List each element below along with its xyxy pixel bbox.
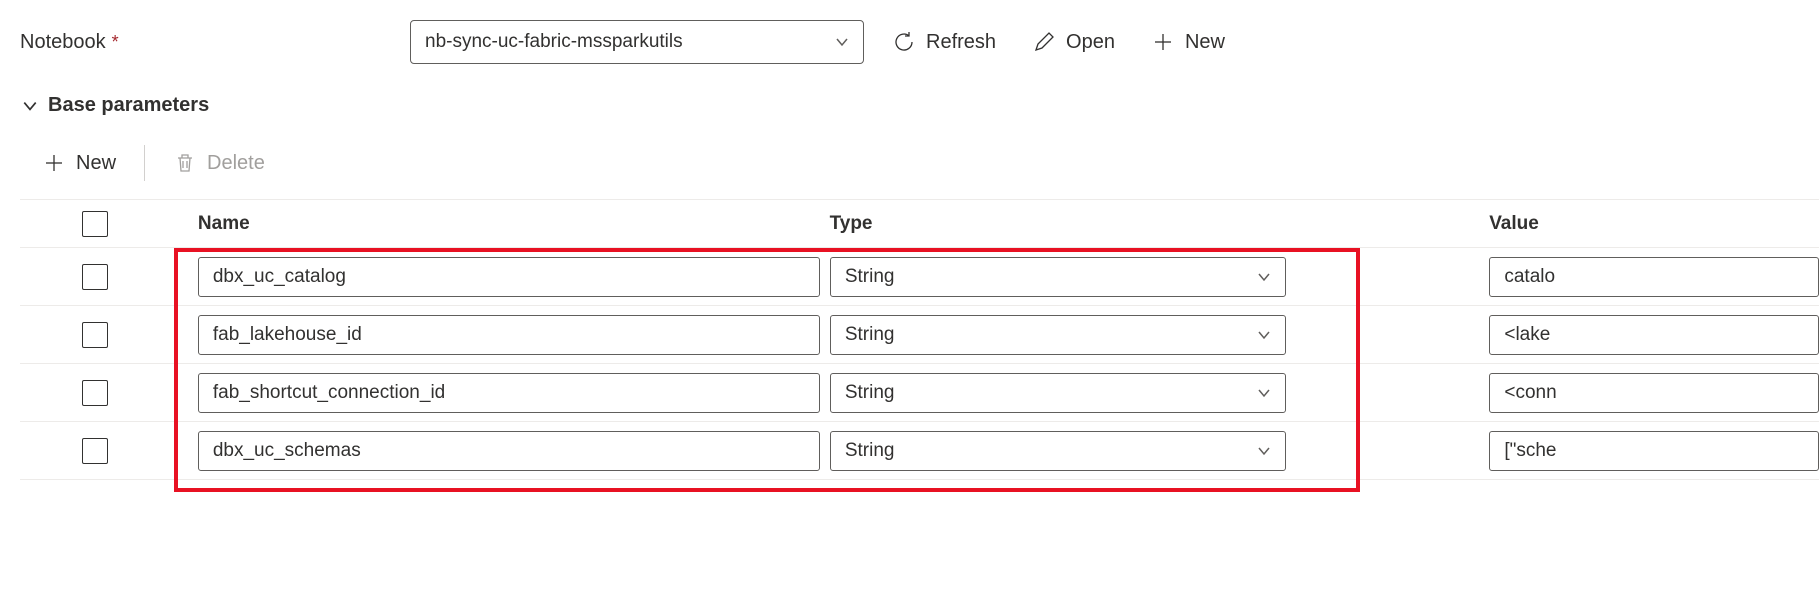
delete-parameter-button[interactable]: Delete [165, 147, 273, 179]
row-checkbox[interactable] [82, 380, 108, 406]
row-checkbox-cell [20, 264, 170, 290]
param-value-input[interactable] [1489, 315, 1819, 355]
table-row: String [20, 306, 1819, 364]
cell-value [1489, 257, 1819, 297]
table-body: String String [20, 248, 1819, 480]
row-checkbox[interactable] [82, 264, 108, 290]
param-type-select[interactable]: String [830, 257, 1286, 297]
param-type-select[interactable]: String [830, 431, 1286, 471]
notebook-label-group: Notebook * [20, 31, 390, 54]
notebook-dropdown[interactable]: nb-sync-uc-fabric-mssparkutils [410, 20, 864, 64]
required-asterisk: * [112, 32, 119, 53]
param-value-input[interactable] [1489, 257, 1819, 297]
new-notebook-button[interactable]: New [1143, 26, 1233, 58]
row-checkbox-cell [20, 322, 170, 348]
cell-type: String [830, 431, 1490, 471]
param-name-input[interactable] [198, 315, 820, 355]
new-label: New [1185, 31, 1225, 54]
base-parameters-toggle[interactable]: Base parameters [20, 94, 1819, 117]
notebook-selected-value: nb-sync-uc-fabric-mssparkutils [425, 31, 683, 53]
row-checkbox-cell [20, 438, 170, 464]
header-value: Value [1489, 213, 1819, 235]
table-row: String [20, 248, 1819, 306]
row-checkbox[interactable] [82, 322, 108, 348]
header-name: Name [170, 213, 830, 235]
chevron-down-icon [1257, 444, 1271, 458]
cell-name [170, 373, 830, 413]
chevron-down-icon [1257, 386, 1271, 400]
parameters-toolbar: New Delete [20, 145, 1819, 200]
new-parameter-label: New [76, 152, 116, 175]
delete-parameter-label: Delete [207, 152, 265, 175]
param-type-value: String [845, 324, 895, 346]
row-checkbox-cell [20, 380, 170, 406]
chevron-down-icon [22, 98, 38, 114]
plus-icon [1151, 30, 1175, 54]
cell-type: String [830, 257, 1490, 297]
cell-value [1489, 431, 1819, 471]
table-row: String [20, 364, 1819, 422]
param-name-input[interactable] [198, 431, 820, 471]
new-parameter-button[interactable]: New [34, 147, 124, 179]
refresh-icon [892, 30, 916, 54]
pencil-icon [1032, 30, 1056, 54]
param-value-input[interactable] [1489, 373, 1819, 413]
notebook-field-row: Notebook * nb-sync-uc-fabric-mssparkutil… [20, 20, 1819, 64]
param-type-select[interactable]: String [830, 315, 1286, 355]
param-name-input[interactable] [198, 257, 820, 297]
open-button[interactable]: Open [1024, 26, 1123, 58]
param-type-value: String [845, 382, 895, 404]
table-row: String [20, 422, 1819, 480]
row-checkbox[interactable] [82, 438, 108, 464]
cell-name [170, 315, 830, 355]
cell-value [1489, 373, 1819, 413]
cell-type: String [830, 373, 1490, 413]
param-value-input[interactable] [1489, 431, 1819, 471]
param-type-select[interactable]: String [830, 373, 1286, 413]
parameters-table: Name Type Value String [20, 200, 1819, 480]
trash-icon [173, 151, 197, 175]
chevron-down-icon [835, 35, 849, 49]
param-name-input[interactable] [198, 373, 820, 413]
cell-value [1489, 315, 1819, 355]
table-header: Name Type Value [20, 200, 1819, 248]
cell-name [170, 257, 830, 297]
header-type: Type [830, 213, 1490, 235]
select-all-checkbox[interactable] [82, 211, 108, 237]
cell-type: String [830, 315, 1490, 355]
toolbar-divider [144, 145, 145, 181]
chevron-down-icon [1257, 270, 1271, 284]
refresh-label: Refresh [926, 31, 996, 54]
refresh-button[interactable]: Refresh [884, 26, 1004, 58]
param-type-value: String [845, 266, 895, 288]
cell-name [170, 431, 830, 471]
chevron-down-icon [1257, 328, 1271, 342]
param-type-value: String [845, 440, 895, 462]
section-title: Base parameters [48, 94, 209, 117]
plus-icon [42, 151, 66, 175]
open-label: Open [1066, 31, 1115, 54]
header-checkbox-cell [20, 211, 170, 237]
notebook-label: Notebook [20, 31, 106, 54]
